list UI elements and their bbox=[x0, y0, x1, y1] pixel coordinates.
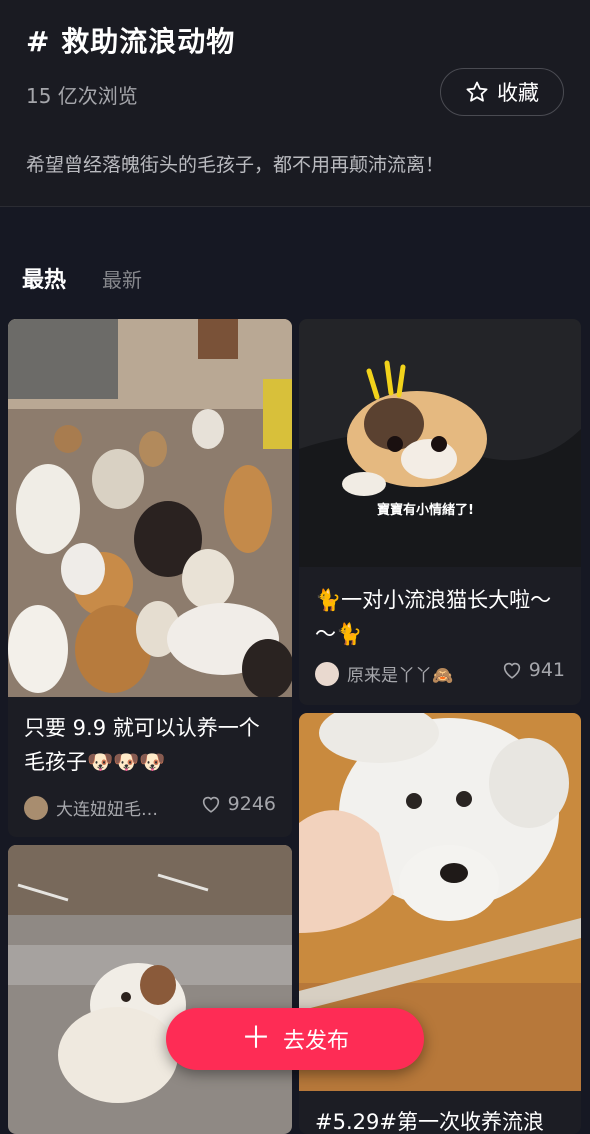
post-card[interactable]: #5.29#第一次收养流浪 bbox=[299, 713, 581, 1134]
post-author: 原来是丫丫🙈 bbox=[315, 661, 453, 686]
avatar bbox=[24, 795, 48, 820]
like-count[interactable]: 941 bbox=[501, 659, 565, 681]
plus-icon: ＋ bbox=[240, 1021, 271, 1056]
tab-hot[interactable]: 最热 bbox=[22, 262, 66, 294]
like-number: 9246 bbox=[227, 793, 276, 815]
post-title: #5.29#第一次收养流浪 bbox=[315, 1110, 544, 1134]
post-title: 🐈一对小流浪猫长大啦～～🐈 bbox=[315, 588, 552, 646]
publish-button[interactable]: ＋ 去发布 bbox=[166, 1008, 424, 1070]
post-card[interactable]: 寶寶有小情緒了! 🐈一对小流浪猫长大啦～～🐈 原来是丫丫🙈 941 bbox=[299, 319, 581, 705]
like-count[interactable]: 9246 bbox=[200, 793, 276, 815]
post-card[interactable] bbox=[8, 845, 292, 1134]
author-name: 原来是丫丫🙈 bbox=[347, 666, 454, 686]
tab-new[interactable]: 最新 bbox=[102, 264, 142, 293]
favorite-button[interactable]: 收藏 bbox=[440, 68, 564, 116]
post-image: 寶寶有小情緒了! bbox=[299, 319, 581, 567]
post-image bbox=[8, 319, 292, 697]
heart-icon bbox=[202, 796, 219, 813]
publish-label: 去发布 bbox=[282, 1029, 349, 1054]
post-card[interactable]: 只要 9.9 就可以认养一个毛孩子🐶🐶🐶 大连妞妞毛… 9246 bbox=[8, 319, 292, 837]
page-title: # 救助流浪动物 bbox=[26, 25, 236, 58]
favorite-label: 收藏 bbox=[497, 81, 539, 105]
star-icon bbox=[466, 81, 488, 102]
author-name: 大连妞妞毛… bbox=[56, 800, 158, 820]
image-caption: 寶寶有小情緒了! bbox=[377, 502, 474, 518]
like-number: 941 bbox=[528, 659, 565, 681]
avatar bbox=[315, 661, 339, 686]
post-author: 大连妞妞毛… bbox=[24, 795, 158, 820]
topic-description: 希望曾经落魄街头的毛孩子，都不用再颠沛流离！ bbox=[26, 154, 445, 176]
topic-header: # 救助流浪动物 15 亿次浏览 收藏 希望曾经落魄街头的毛孩子，都不用再颠沛流… bbox=[0, 0, 590, 207]
divider bbox=[0, 206, 590, 207]
post-image bbox=[8, 845, 292, 1134]
view-count: 15 亿次浏览 bbox=[26, 84, 138, 108]
heart-icon bbox=[503, 662, 520, 679]
post-title: 只要 9.9 就可以认养一个毛孩子🐶🐶🐶 bbox=[24, 716, 260, 774]
